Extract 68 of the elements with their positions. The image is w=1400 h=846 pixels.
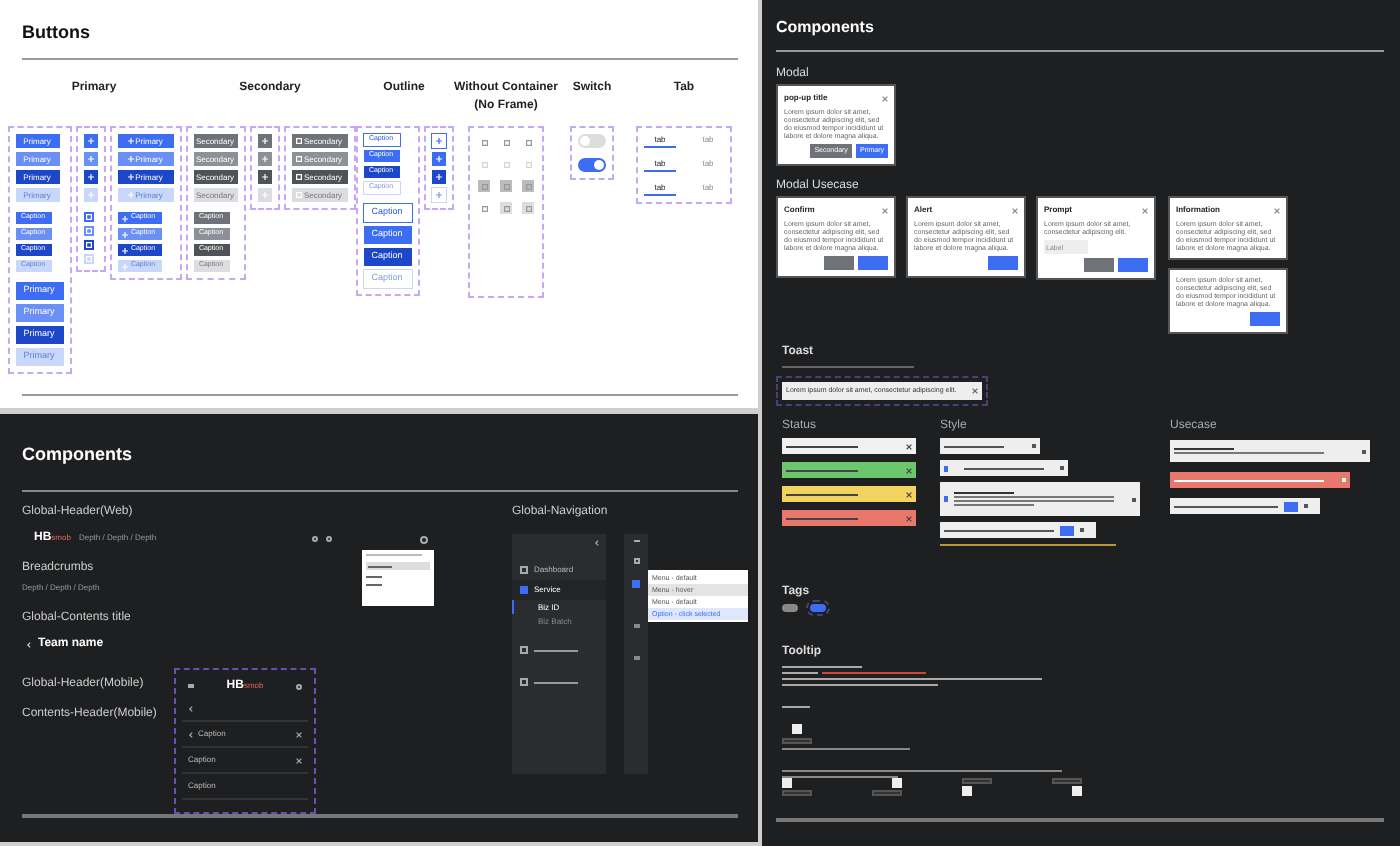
board-title: Components <box>22 442 132 468</box>
text-line <box>782 706 810 708</box>
checkbox[interactable] <box>962 786 972 796</box>
plus-icon <box>261 156 267 162</box>
checkbox[interactable] <box>792 724 802 734</box>
tooltip <box>782 738 812 744</box>
board-title: Components <box>776 16 874 40</box>
plus-icon <box>261 138 267 144</box>
plus-icon <box>127 156 134 162</box>
toggle-switch[interactable] <box>578 134 606 148</box>
toast <box>940 438 1040 454</box>
icon-button[interactable] <box>431 134 445 148</box>
plus-icon <box>127 174 134 180</box>
tooltip <box>962 778 992 784</box>
icon-button[interactable] <box>83 134 97 148</box>
plus-icon <box>122 215 129 221</box>
plus-icon <box>435 138 441 144</box>
dropdown-menu <box>362 550 434 606</box>
text-line <box>782 666 862 668</box>
close-icon <box>882 207 888 213</box>
close-icon <box>906 443 912 449</box>
close-icon <box>906 515 912 521</box>
tag[interactable] <box>810 604 826 612</box>
close-icon <box>1012 207 1018 213</box>
close-icon <box>296 731 302 737</box>
settings-icon[interactable] <box>420 536 428 544</box>
icon-button[interactable] <box>257 134 271 148</box>
tooltip <box>1052 778 1082 784</box>
plus-icon <box>122 231 129 237</box>
plus-icon <box>261 174 267 180</box>
close-icon <box>972 388 978 394</box>
checkbox[interactable] <box>892 778 902 788</box>
text-line <box>782 366 914 368</box>
text-line <box>822 672 926 674</box>
plus-icon <box>122 247 129 253</box>
icon-button[interactable] <box>83 170 97 184</box>
close-icon <box>296 757 302 763</box>
plus-icon <box>87 174 93 180</box>
plus-icon <box>127 138 134 144</box>
close-icon <box>906 467 912 473</box>
board-title: Buttons <box>22 20 90 46</box>
icon-button[interactable] <box>431 170 445 184</box>
plus-icon <box>122 263 129 269</box>
plus-icon <box>87 156 93 162</box>
plus-icon <box>435 156 441 162</box>
text-line <box>782 776 898 778</box>
user-icon[interactable] <box>326 535 332 541</box>
close-icon <box>1142 207 1148 213</box>
icon-button[interactable] <box>257 170 271 184</box>
toggle-switch[interactable] <box>578 158 606 172</box>
plus-icon <box>435 192 441 198</box>
checkbox[interactable] <box>782 778 792 788</box>
text-line <box>782 672 818 674</box>
close-icon <box>882 95 888 101</box>
tag[interactable] <box>782 604 798 612</box>
close-icon <box>1274 207 1280 213</box>
plus-icon <box>435 174 441 180</box>
tooltip <box>872 790 902 796</box>
close-icon <box>906 491 912 497</box>
tooltip <box>782 790 812 796</box>
icon-button[interactable] <box>431 152 445 166</box>
toast <box>940 460 1068 476</box>
help-icon[interactable] <box>312 535 318 541</box>
plus-icon <box>87 138 93 144</box>
settings-icon[interactable] <box>295 683 302 689</box>
checkbox[interactable] <box>1072 786 1082 796</box>
text-line <box>782 748 910 750</box>
dashboard-icon[interactable] <box>633 558 639 564</box>
